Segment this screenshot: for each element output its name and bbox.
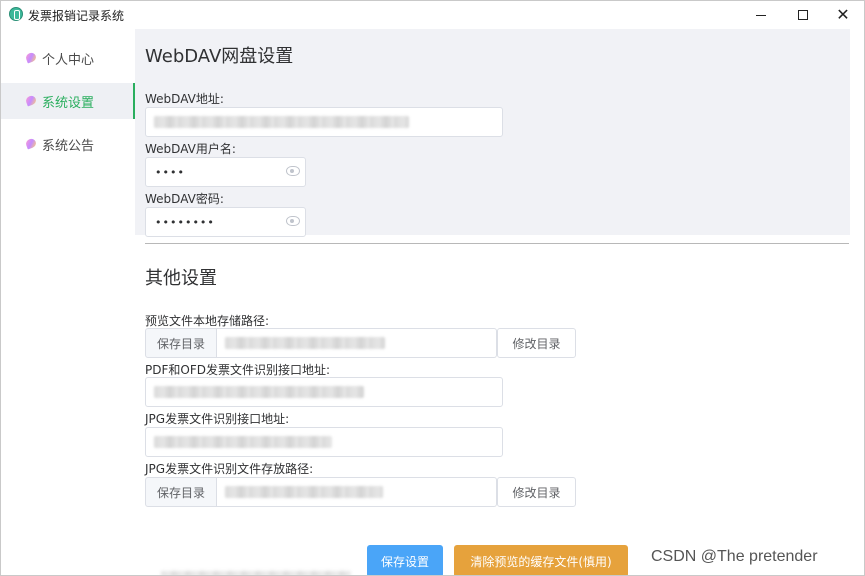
jpg-api-input[interactable] bbox=[145, 427, 503, 457]
username-masked-value: •••• bbox=[155, 165, 185, 179]
sidebar: 个人中心 系统设置 系统公告 bbox=[1, 29, 135, 575]
webdav-section-title: WebDAV网盘设置 bbox=[145, 46, 294, 67]
maximize-icon bbox=[798, 10, 808, 20]
redacted-value bbox=[225, 486, 383, 498]
save-settings-button[interactable]: 保存设置 bbox=[367, 545, 443, 575]
redacted-value bbox=[154, 436, 332, 448]
settings-panel: WebDAV网盘设置 WebDAV地址: WebDAV用户名: •••• Web… bbox=[135, 29, 864, 575]
preview-path-label: 预览文件本地存储路径: bbox=[145, 314, 270, 328]
close-icon: ✕ bbox=[836, 5, 850, 24]
webdav-password-label: WebDAV密码: bbox=[145, 192, 224, 206]
other-section-title: 其他设置 bbox=[145, 268, 217, 289]
app-logo-icon bbox=[9, 7, 23, 21]
section-divider bbox=[145, 243, 849, 244]
eye-icon[interactable] bbox=[286, 166, 300, 176]
jpg-api-label: JPG发票文件识别接口地址: bbox=[145, 412, 290, 426]
cut-off-content bbox=[161, 571, 351, 575]
jpg-path-input[interactable] bbox=[217, 477, 497, 507]
jpg-path-prepend: 保存目录 bbox=[145, 477, 217, 507]
redacted-value bbox=[154, 386, 364, 398]
paint-stroke-icon bbox=[24, 95, 38, 107]
csdn-watermark: CSDN @The pretender bbox=[651, 548, 818, 565]
webdav-username-input[interactable]: •••• bbox=[145, 157, 306, 187]
title-bar: 发票报销记录系统 ✕ bbox=[1, 1, 864, 29]
clear-cache-button[interactable]: 清除预览的缓存文件(慎用) bbox=[454, 545, 628, 575]
app-window: 发票报销记录系统 ✕ 个人中心 系统设置 系统公告 WebDAV网盘设置 Web… bbox=[0, 0, 865, 576]
preview-path-prepend: 保存目录 bbox=[145, 328, 217, 358]
paint-stroke-icon bbox=[24, 138, 38, 150]
window-title: 发票报销记录系统 bbox=[28, 9, 125, 23]
minimize-button[interactable] bbox=[738, 1, 784, 29]
webdav-password-input[interactable]: •••••••• bbox=[145, 207, 306, 237]
sidebar-item-settings[interactable]: 系统设置 bbox=[1, 83, 135, 119]
sidebar-item-label: 系统公告 bbox=[42, 138, 95, 154]
preview-change-dir-button[interactable]: 修改目录 bbox=[497, 328, 576, 358]
jpg-change-dir-button[interactable]: 修改目录 bbox=[497, 477, 576, 507]
sidebar-item-announcements[interactable]: 系统公告 bbox=[1, 126, 135, 162]
sidebar-item-label: 系统设置 bbox=[42, 95, 95, 111]
preview-path-input[interactable] bbox=[217, 328, 497, 358]
webdav-username-label: WebDAV用户名: bbox=[145, 142, 236, 156]
pdf-ofd-api-input[interactable] bbox=[145, 377, 503, 407]
close-button[interactable]: ✕ bbox=[820, 1, 864, 29]
webdav-address-label: WebDAV地址: bbox=[145, 92, 224, 106]
minimize-icon bbox=[756, 14, 766, 16]
redacted-value bbox=[154, 116, 409, 128]
password-masked-value: •••••••• bbox=[155, 215, 215, 229]
paint-stroke-icon bbox=[24, 52, 38, 64]
redacted-value bbox=[225, 337, 385, 349]
webdav-address-input[interactable] bbox=[145, 107, 503, 137]
sidebar-item-label: 个人中心 bbox=[42, 52, 95, 68]
pdf-ofd-api-label: PDF和OFD发票文件识别接口地址: bbox=[145, 363, 331, 377]
sidebar-item-profile[interactable]: 个人中心 bbox=[1, 40, 135, 76]
eye-icon[interactable] bbox=[286, 216, 300, 226]
jpg-path-label: JPG发票文件识别文件存放路径: bbox=[145, 462, 314, 476]
webdav-section: WebDAV网盘设置 WebDAV地址: WebDAV用户名: •••• Web… bbox=[135, 29, 850, 237]
